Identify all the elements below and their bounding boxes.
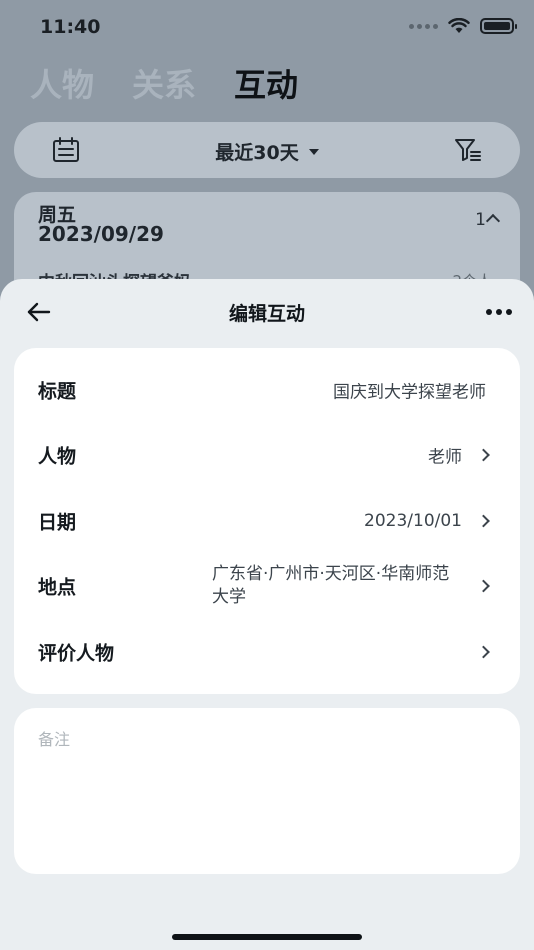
status-bar: 11:40 — [0, 0, 534, 54]
rating-row[interactable]: 评价人物 — [14, 620, 520, 684]
person-value: 老师 — [428, 447, 462, 468]
date-row[interactable]: 日期 2023/10/01 — [14, 489, 520, 553]
home-indicator — [172, 934, 362, 940]
status-time: 11:40 — [40, 16, 101, 38]
interaction-form: 标题 国庆到大学探望老师 人物 老师 日期 2023/10/01 地点 广东省·… — [14, 348, 520, 694]
tab-relations[interactable]: 关系 — [132, 60, 196, 106]
date-value: 2023/10/01 — [364, 511, 462, 531]
title-label: 标题 — [38, 380, 77, 403]
title-row[interactable]: 标题 国庆到大学探望老师 — [14, 358, 520, 422]
note-input[interactable] — [38, 726, 496, 856]
note-card — [14, 708, 520, 874]
sheet-header: 编辑互动 — [0, 279, 534, 345]
date-range-select[interactable]: 最近30天 — [14, 138, 520, 165]
wifi-icon — [448, 18, 470, 33]
person-row[interactable]: 人物 老师 — [14, 423, 520, 487]
date-range-label: 最近30天 — [215, 142, 299, 164]
sheet-title: 编辑互动 — [228, 303, 305, 325]
edit-interaction-sheet: 编辑互动 标题 国庆到大学探望老师 人物 老师 日期 2023/10/01 地点… — [0, 279, 534, 950]
tab-people[interactable]: 人物 — [30, 60, 94, 106]
day-interaction-count: 1 — [475, 210, 486, 230]
day-date: 2023/09/29 — [38, 222, 164, 246]
tab-interactions[interactable]: 互动 — [234, 60, 298, 106]
more-options-icon[interactable] — [486, 309, 512, 315]
status-icons — [409, 18, 517, 34]
location-value: 广东省·广州市·天河区·华南师范大学 — [212, 564, 450, 607]
location-row[interactable]: 地点 广东省·广州市·天河区·华南师范大学 — [14, 554, 520, 618]
person-label: 人物 — [38, 445, 77, 468]
chevron-right-icon — [477, 579, 490, 593]
chevron-right-icon — [477, 448, 490, 462]
top-tabs: 人物 关系 互动 — [30, 60, 298, 106]
chevron-right-icon — [477, 514, 490, 528]
location-label: 地点 — [38, 576, 77, 599]
rating-label: 评价人物 — [38, 642, 115, 665]
date-label: 日期 — [38, 511, 77, 534]
filter-icon[interactable] — [454, 136, 482, 164]
battery-icon — [480, 18, 517, 34]
chevron-right-icon — [477, 645, 490, 659]
title-value[interactable]: 国庆到大学探望老师 — [333, 378, 486, 403]
caret-down-icon — [308, 148, 319, 155]
cellular-signal-icon — [409, 23, 438, 29]
chevron-up-icon[interactable] — [485, 213, 501, 229]
filter-bar: 最近30天 — [14, 122, 520, 178]
